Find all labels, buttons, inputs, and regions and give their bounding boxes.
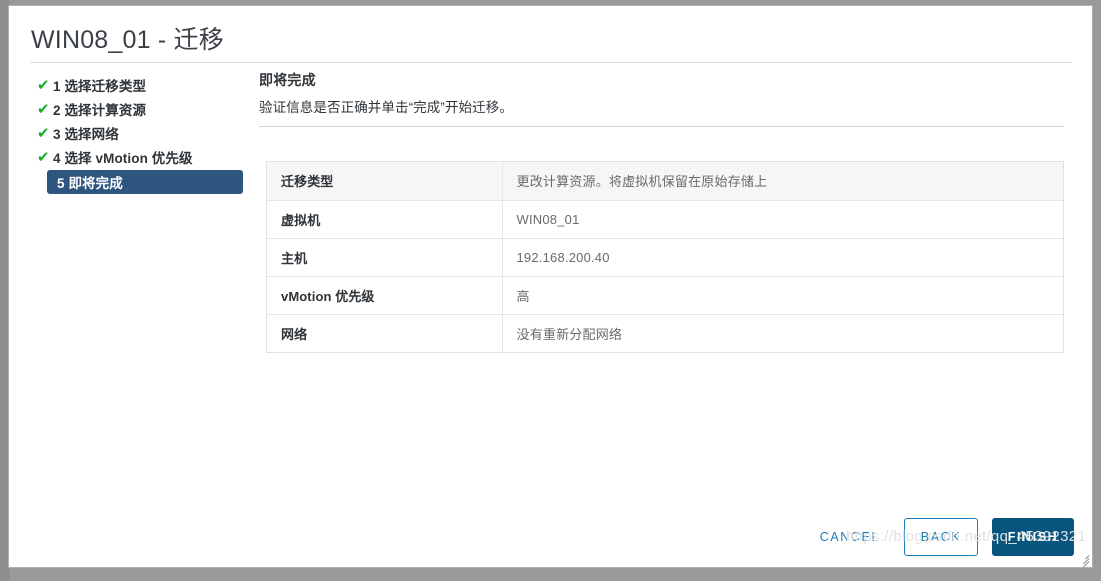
summary-value: 没有重新分配网络 — [516, 326, 623, 342]
summary-value: WIN08_01 — [502, 200, 1063, 239]
wizard-step-3[interactable]: ✔ 3 选择网络 — [31, 122, 251, 144]
summary-key: vMotion 优先级 — [267, 276, 503, 315]
check-icon: ✔ — [37, 148, 50, 166]
dialog-title: WIN08_01 - 迁移 — [31, 26, 224, 54]
wizard-step-label: 2 选择计算资源 — [53, 103, 147, 118]
summary-value: 更改计算资源。将虚拟机保留在原始存储上 — [502, 162, 1063, 201]
cancel-button[interactable]: CANCEL — [810, 522, 890, 552]
wizard-steps: ✔ 1 选择迁移类型 ✔ 2 选择计算资源 ✔ 3 选择网络 ✔ 4 选择 vM… — [31, 74, 251, 196]
content-header: 即将完成 验证信息是否正确并单击“完成”开始迁移。 — [259, 70, 1069, 127]
table-row: 迁移类型 更改计算资源。将虚拟机保留在原始存储上 — [267, 162, 1063, 201]
check-icon: ✔ — [37, 76, 50, 94]
content-divider — [259, 126, 1064, 127]
table-row: 主机 192.168.200.40 — [267, 238, 1063, 277]
table-row: 虚拟机 WIN08_01 — [267, 200, 1063, 239]
wizard-step-1[interactable]: ✔ 1 选择迁移类型 — [31, 74, 251, 96]
check-icon: ✔ — [37, 124, 50, 142]
wizard-step-4[interactable]: ✔ 4 选择 vMotion 优先级 — [31, 146, 251, 168]
table-row: 网络 没有重新分配网络 — [267, 314, 1063, 352]
table-row: vMotion 优先级 高 — [267, 276, 1063, 315]
wizard-step-label: 5 即将完成 — [57, 176, 123, 191]
page-description: 验证信息是否正确并单击“完成”开始迁移。 — [259, 100, 513, 115]
check-icon: ✔ — [37, 100, 50, 118]
summary-key: 迁移类型 — [267, 162, 503, 201]
summary-key: 网络 — [267, 314, 503, 352]
dialog-footer: CANCEL BACK FINISH — [810, 518, 1074, 556]
summary-key: 虚拟机 — [267, 200, 503, 239]
finish-button[interactable]: FINISH — [992, 518, 1074, 556]
resize-grip-icon[interactable] — [1077, 552, 1090, 567]
summary-value: 192.168.200.40 — [502, 238, 1063, 277]
back-button[interactable]: BACK — [904, 518, 978, 556]
wizard-step-label: 1 选择迁移类型 — [53, 79, 147, 94]
summary-key: 主机 — [267, 238, 503, 277]
migration-wizard-dialog: WIN08_01 - 迁移 ✔ 1 选择迁移类型 ✔ 2 选择计算资源 ✔ 3 … — [8, 5, 1093, 568]
wizard-step-5-active[interactable]: 5 即将完成 — [47, 170, 243, 194]
summary-table: 迁移类型 更改计算资源。将虚拟机保留在原始存储上 虚拟机 WIN08_01 主机… — [266, 161, 1064, 353]
summary-value: 高 — [502, 276, 1063, 315]
page-title: 即将完成 — [259, 72, 316, 88]
wizard-step-label: 4 选择 vMotion 优先级 — [53, 151, 193, 166]
wizard-step-label: 3 选择网络 — [53, 127, 119, 142]
title-divider — [30, 62, 1072, 63]
wizard-step-2[interactable]: ✔ 2 选择计算资源 — [31, 98, 251, 120]
